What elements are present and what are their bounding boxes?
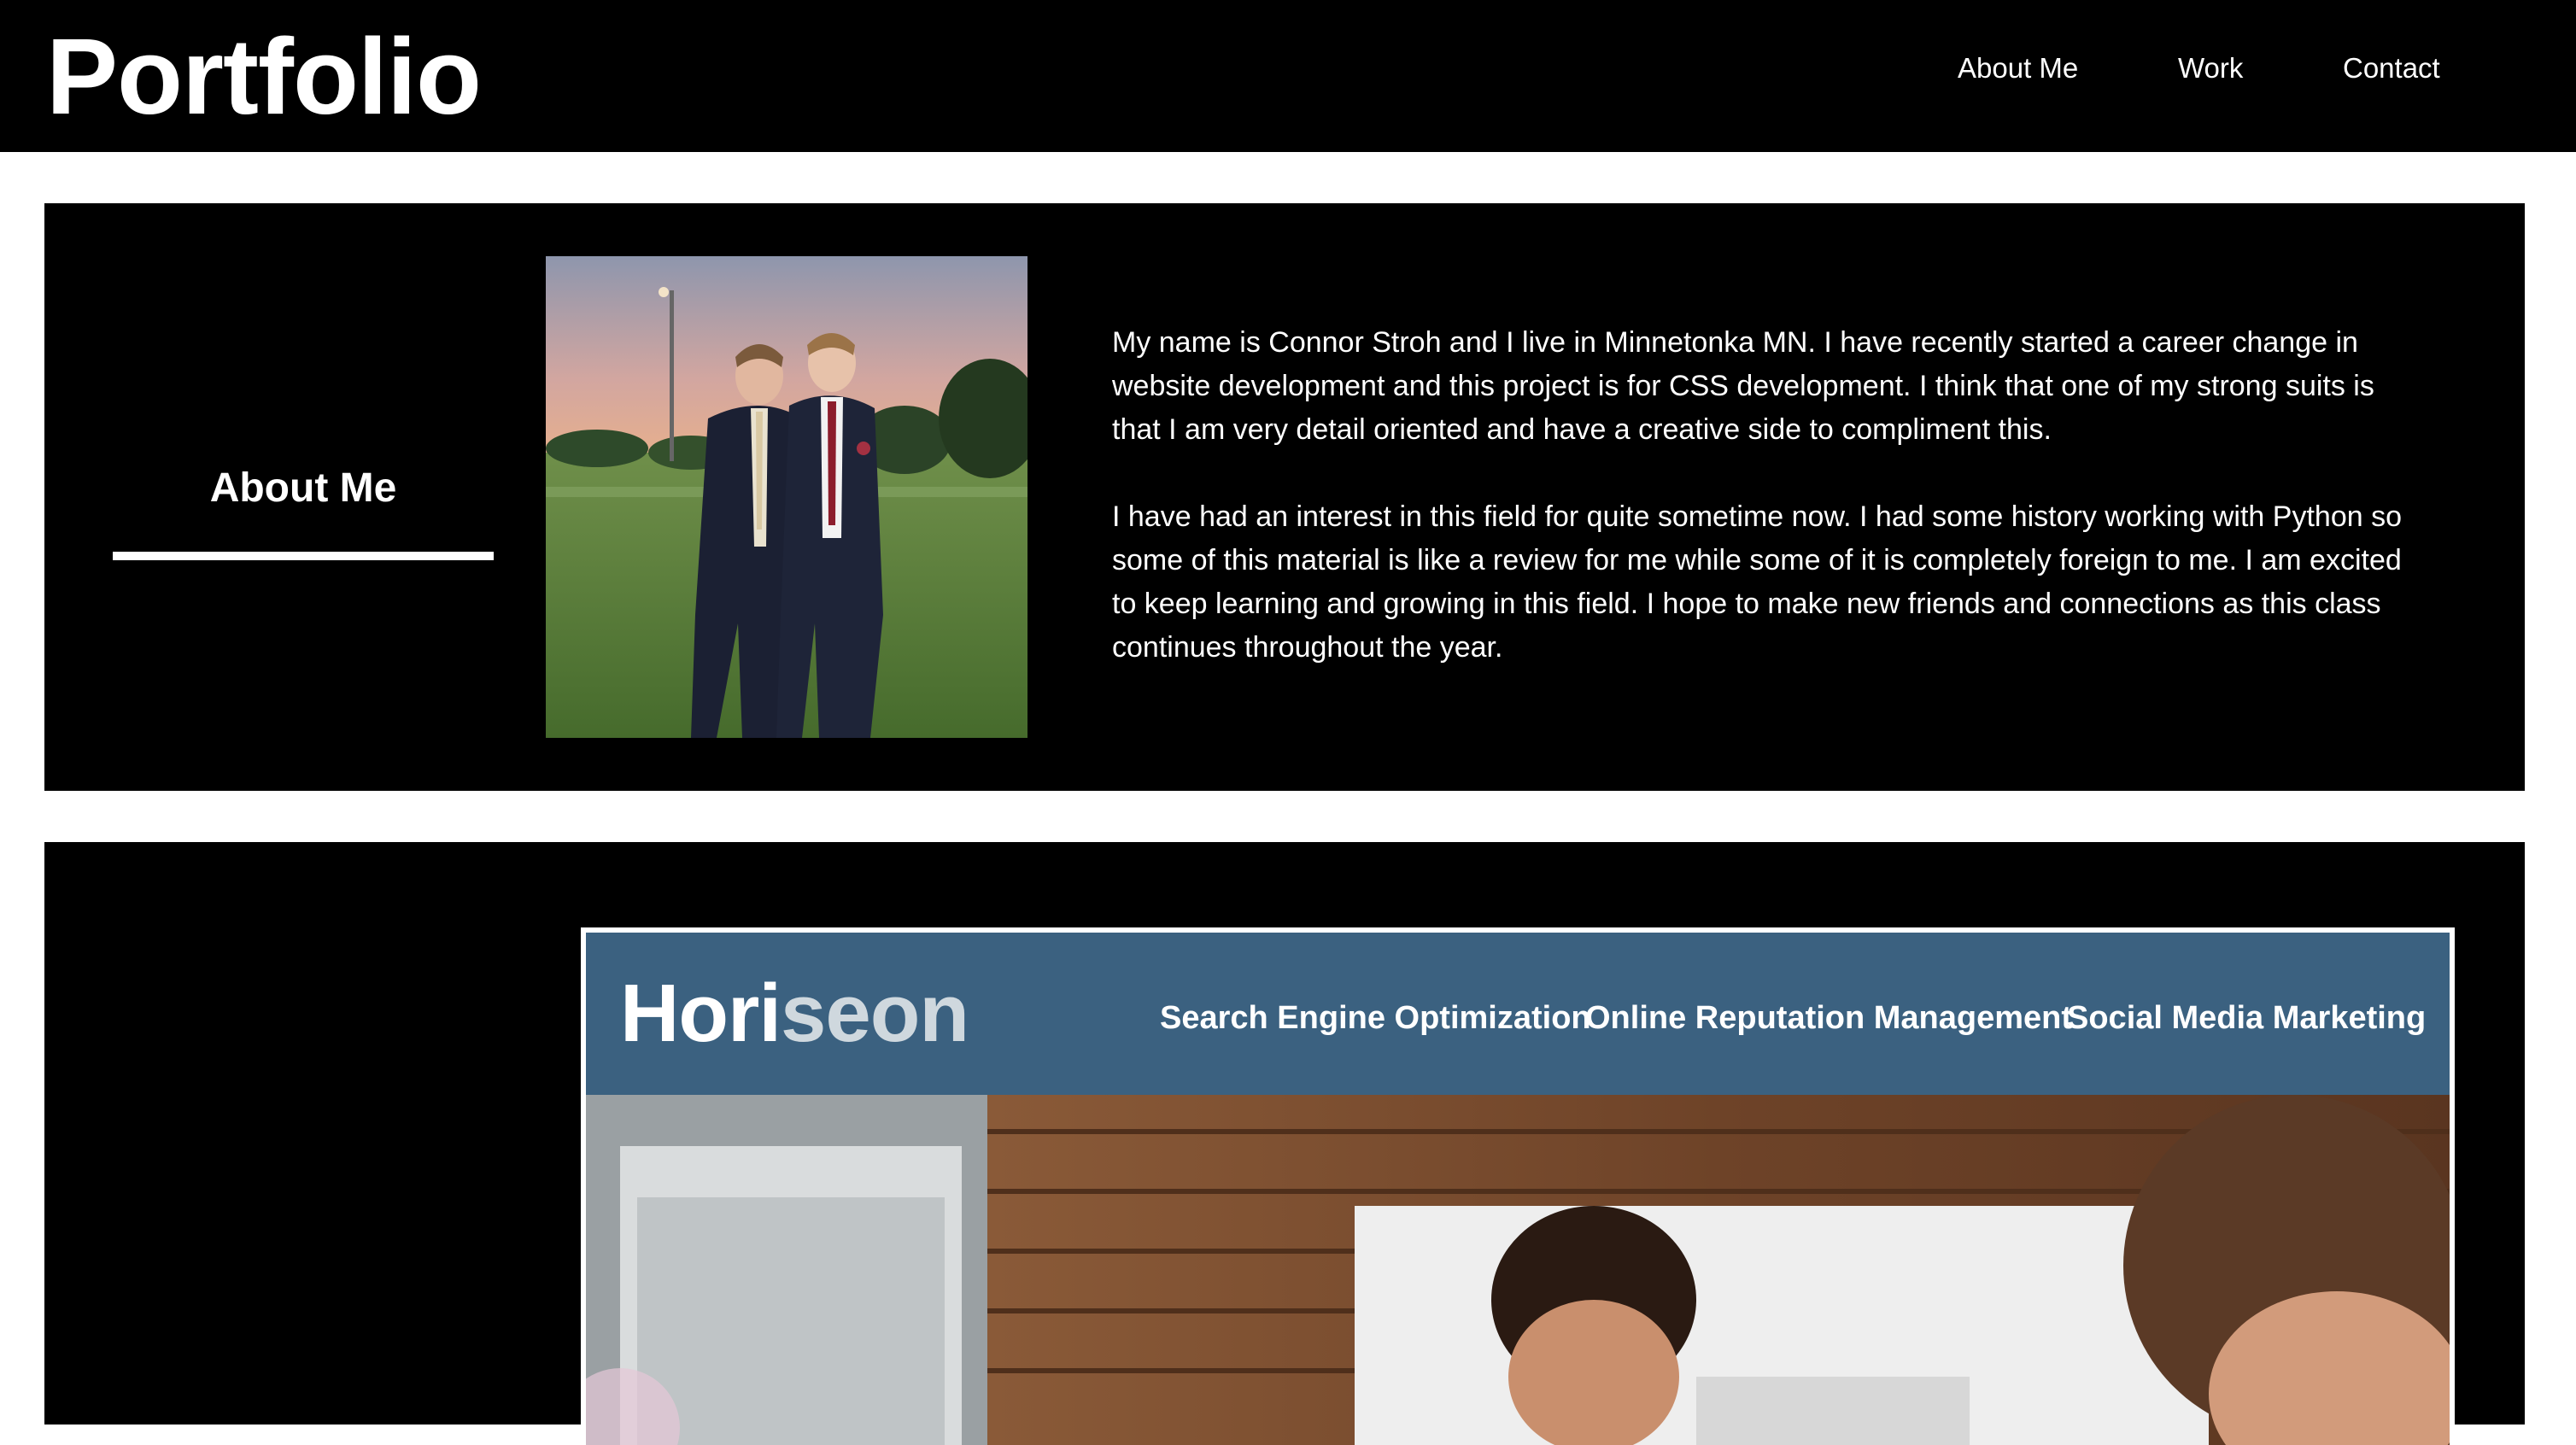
project-brand: Horiseon xyxy=(620,967,969,1061)
work-section: Horiseon Search Engine Optimization Onli… xyxy=(44,842,2525,1445)
project-nav-seo: Search Engine Optimization xyxy=(1160,1000,1591,1036)
heading-underline xyxy=(113,552,494,560)
profile-photo xyxy=(546,256,1027,738)
nav-contact[interactable]: Contact xyxy=(2343,48,2440,89)
about-section: About Me My name is Connor Stroh and I l… xyxy=(44,203,2525,791)
project-brand-dark: Hori xyxy=(620,968,782,1059)
project-hero-image xyxy=(586,1095,2450,1445)
project-header: Horiseon Search Engine Optimization Onli… xyxy=(586,933,2450,1095)
project-screenshot[interactable]: Horiseon Search Engine Optimization Onli… xyxy=(581,927,2455,1445)
bio-paragraph-2: I have had an interest in this field for… xyxy=(1112,500,2402,664)
project-nav-orm: Online Reputation Management xyxy=(1585,1000,2073,1036)
about-heading: About Me xyxy=(209,465,397,511)
project-nav-smm: Social Media Marketing xyxy=(2067,1000,2427,1036)
profile-photo-image xyxy=(546,256,1027,738)
project-brand-light: seon xyxy=(781,968,969,1059)
main-nav: About Me Work Contact xyxy=(0,48,2576,89)
nav-about-me[interactable]: About Me xyxy=(1958,48,2078,89)
nav-work[interactable]: Work xyxy=(2178,48,2243,89)
bio-text: My name is Connor Stroh and I live in Mi… xyxy=(1112,321,2402,713)
bio-paragraph-1: My name is Connor Stroh and I live in Mi… xyxy=(1112,326,2374,446)
site-header: Portfolio About Me Work Contact xyxy=(0,0,2576,152)
